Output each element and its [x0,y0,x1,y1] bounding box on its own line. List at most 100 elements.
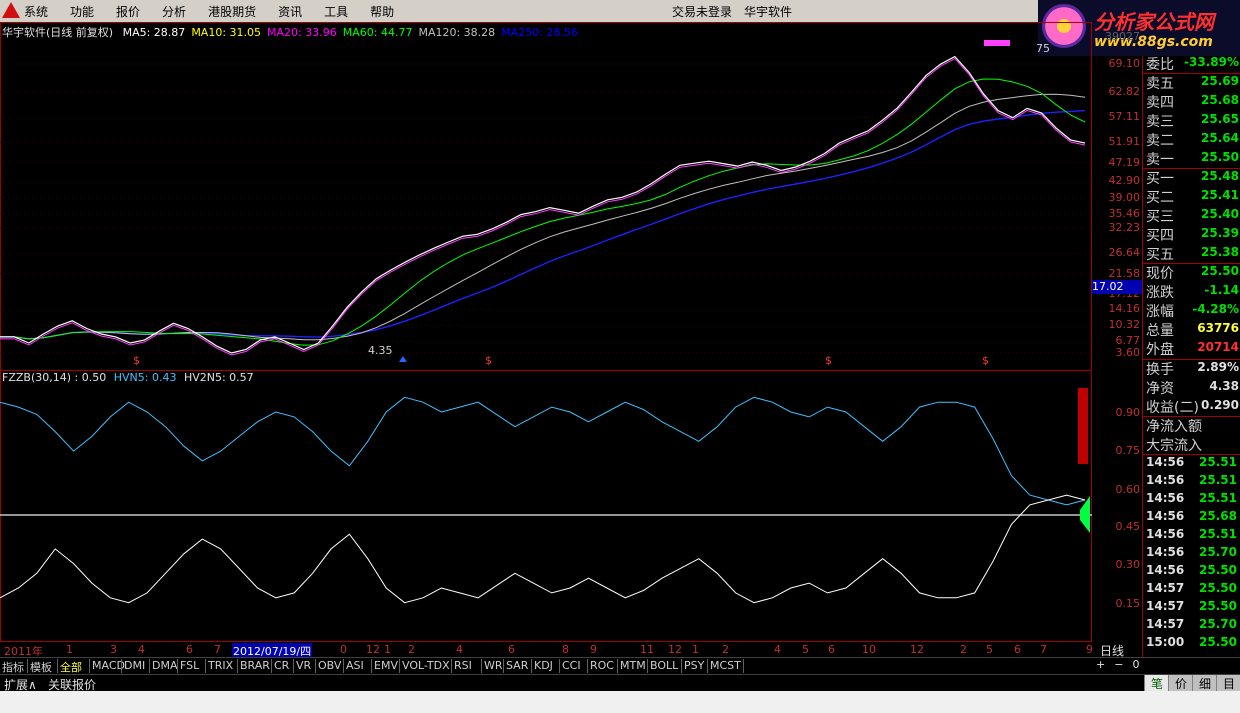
indicator-tab[interactable]: VOL-TDX [402,659,450,672]
tick-price: 25.68 [1199,509,1237,523]
buy-level: 买三 25.40 [1143,206,1240,225]
quote-stat: 外盘 20714 [1143,339,1240,358]
date-label: 0 [340,643,347,656]
indicator-tab[interactable]: KDJ [534,659,553,672]
tick-time: 14:56 [1146,491,1185,505]
ma-legend-item: MA10: 31.05 [191,26,262,39]
quote-extra: 换手 2.89% [1143,359,1240,378]
menu-item-1[interactable]: 功能 [70,3,94,20]
zoom-reset-button[interactable]: 0 [1132,658,1139,671]
tab-divider [205,659,206,673]
tab-divider [57,659,58,673]
indicator-hv2n5: HV2N5: 0.57 [183,371,254,384]
date-label: 9 [590,643,597,656]
indicator-axis-tick: 0.30 [1115,558,1141,571]
quote-extra-label: 收益(二) [1146,400,1199,416]
indicator-tab[interactable]: WR [484,659,503,672]
tick-row: 14:56 25.50 [1143,562,1240,580]
hvn5-path [0,396,1086,506]
indicator-tab[interactable]: ASI [346,659,364,672]
sell-level-label: 卖五 [1146,76,1174,92]
indicator-tab[interactable]: TRIX [208,659,233,672]
quote-stat-label: 外盘 [1146,342,1174,358]
ma-legend-item: MA5: 28.87 [122,26,186,39]
price-axis-tick: 62.82 [1108,85,1141,98]
sell-level-label: 卖一 [1146,152,1174,168]
indicator-tab[interactable]: DMI [124,659,145,672]
cursor-arrow-icon [399,356,407,362]
buy-level-value: 25.38 [1201,245,1239,259]
detail-tab[interactable]: 价 [1168,675,1193,692]
indicator-chart[interactable] [0,370,1092,642]
date-label: 1 [66,643,73,656]
zoom-out-button[interactable]: − [1114,658,1123,671]
menu-item-7[interactable]: 帮助 [370,3,394,20]
indicator-tab[interactable]: CR [274,659,289,672]
tick-price: 25.51 [1199,455,1237,469]
date-label: 9 [1086,643,1093,656]
tick-time: 15:00 [1146,635,1185,649]
indicator-tab[interactable]: BOLL [650,659,678,672]
tick-price: 25.50 [1199,635,1237,649]
quote-stat-label: 总量 [1146,323,1174,339]
price-chart[interactable]: $ $ $ $4.35 75 [0,22,1092,371]
zoom-in-button[interactable]: + [1096,658,1105,671]
tick-row: 14:56 25.51 [1143,526,1240,544]
dividend-marker-icon: $ [825,354,832,367]
indicator-tab[interactable]: RSI [454,659,472,672]
tab-divider [89,659,90,673]
tick-time: 14:56 [1146,563,1185,577]
date-label: 5 [986,643,993,656]
tab-divider [121,659,122,673]
indicator-tab[interactable]: SAR [506,659,528,672]
flow-label-label: 净流入额 [1146,419,1202,435]
indicator-hvn5: HVN5: 0.43 [113,371,177,384]
quote-stat-value: -1.14 [1204,283,1239,297]
menu-item-6[interactable]: 工具 [324,3,348,20]
green-volume-bar [1080,496,1090,533]
date-label: 1 [692,643,699,656]
indicator-tab[interactable]: 指标 [2,659,24,675]
detail-tab[interactable]: 笔 [1144,675,1169,692]
indicator-tab[interactable]: BRAR [240,659,270,672]
menu-item-4[interactable]: 港股期货 [208,3,256,20]
tab-divider [371,659,372,673]
detail-tab[interactable]: 目 [1216,675,1240,692]
indicator-axis-tick: 0.45 [1115,520,1141,533]
wei-bi-value: -33.89% [1184,55,1239,69]
indicator-tab[interactable]: VR [296,659,311,672]
menu-item-3[interactable]: 分析 [162,3,186,20]
indicator-tab[interactable]: CCI [562,659,581,672]
indicator-tab[interactable]: ROC [590,659,614,672]
indicator-tab[interactable]: MTM [620,659,646,672]
tab-divider [647,659,648,673]
date-label: 7 [214,643,221,656]
sell-level-value: 25.69 [1201,74,1239,88]
indicator-tab[interactable]: OBV [318,659,341,672]
indicator-axis-tick: 0.15 [1115,597,1141,610]
menu-item-2[interactable]: 报价 [116,3,140,20]
low-price-marker: 4.35 [368,344,393,357]
indicator-tab[interactable]: DMA [152,659,178,672]
hvn5-line [0,396,1086,506]
indicator-tab[interactable]: MCST [710,659,741,672]
date-label: 10 [862,643,876,656]
tick-time: 14:57 [1146,581,1185,595]
date-label: 8 [562,643,569,656]
menu-item-0[interactable]: 系统 [24,3,48,20]
date-label: 2 [408,643,415,656]
indicator-tab[interactable]: EMV [374,659,398,672]
quote-stat-value: -4.28% [1192,302,1239,316]
indicator-tab[interactable]: FSL [180,659,199,672]
detail-tab[interactable]: 细 [1192,675,1217,692]
buy-level: 买四 25.39 [1143,225,1240,244]
tab-divider [27,659,28,673]
menu-item-5[interactable]: 资讯 [278,3,302,20]
indicator-tab[interactable]: PSY [684,659,704,672]
sell-level-label: 卖四 [1146,95,1174,111]
indicator-value: : 0.50 [74,371,107,384]
indicator-tab[interactable]: 模板 [30,659,52,675]
indicator-tab[interactable]: 全部 [60,659,82,675]
date-label: 6 [828,643,835,656]
tab-divider [315,659,316,673]
